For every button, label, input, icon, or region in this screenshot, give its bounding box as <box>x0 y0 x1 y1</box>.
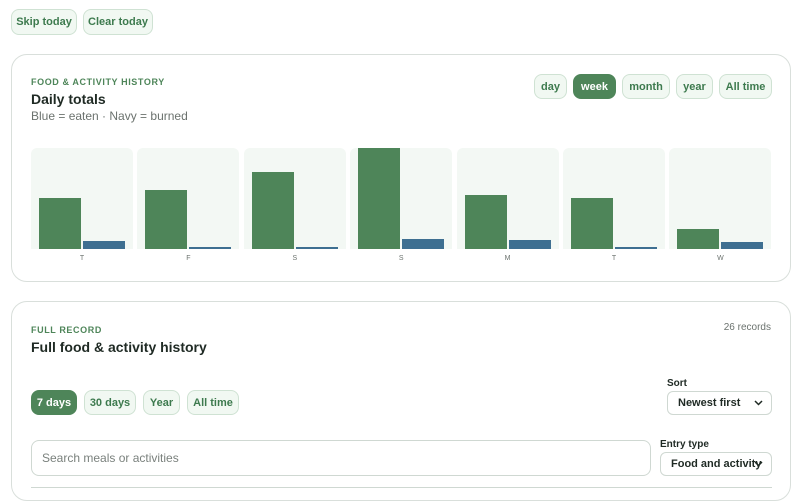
bar-burned <box>402 239 445 249</box>
chevron-down-icon <box>754 400 763 406</box>
entry-type-label: Entry type <box>660 439 709 450</box>
sort-select[interactable]: Newest first <box>667 391 772 415</box>
clear-today-button[interactable]: Clear today <box>83 9 153 35</box>
search-input[interactable] <box>31 440 651 476</box>
x-tick-label: T <box>79 255 85 262</box>
bar-eaten <box>571 198 613 249</box>
bar-burned <box>83 241 125 249</box>
bar-burned <box>508 240 551 249</box>
history-title: Daily totals <box>31 91 106 107</box>
bar-burned <box>615 247 657 249</box>
history-card: FOOD & ACTIVITY HISTORY Daily totals Blu… <box>11 54 791 282</box>
x-tick-label: M <box>504 255 511 262</box>
x-tick-label: W <box>717 255 724 262</box>
range-week-button[interactable]: week <box>573 74 616 99</box>
record-card: FULL RECORD Full food & activity history… <box>11 301 791 501</box>
record-title: Full food & activity history <box>31 339 207 355</box>
record-count: 26 records <box>723 322 771 333</box>
range-year-button[interactable]: year <box>676 74 713 99</box>
period-all-time-button[interactable]: All time <box>187 390 239 415</box>
bar-eaten <box>251 172 294 249</box>
x-tick-label: S <box>292 255 298 262</box>
period-30-days-button[interactable]: 30 days <box>84 390 136 415</box>
period-7-days-button[interactable]: 7 days <box>31 390 77 415</box>
sort-value: Newest first <box>678 397 741 409</box>
bar-burned <box>189 247 232 249</box>
x-tick-label: F <box>186 255 191 262</box>
bar-burned <box>295 247 338 249</box>
bar-eaten <box>464 195 507 249</box>
bar-eaten <box>39 198 81 249</box>
range-all-time-button[interactable]: All time <box>719 74 772 99</box>
bar-eaten <box>358 148 401 249</box>
chevron-down-icon <box>754 461 763 467</box>
history-subtitle: Blue = eaten · Navy = burned <box>31 109 188 123</box>
range-month-button[interactable]: month <box>622 74 670 99</box>
list-divider <box>31 487 772 488</box>
entry-type-select[interactable]: Food and activity <box>660 452 772 476</box>
x-tick-label: T <box>611 255 617 262</box>
entry-type-value: Food and activity <box>671 458 762 470</box>
period-year-button[interactable]: Year <box>143 390 180 415</box>
history-eyebrow: FOOD & ACTIVITY HISTORY <box>31 77 165 87</box>
skip-today-button[interactable]: Skip today <box>11 9 77 35</box>
record-eyebrow: FULL RECORD <box>31 325 102 335</box>
bar-eaten <box>677 229 720 249</box>
bar-burned <box>721 242 764 249</box>
bar-eaten <box>145 190 188 249</box>
sort-label: Sort <box>667 378 687 389</box>
range-day-button[interactable]: day <box>534 74 567 99</box>
x-tick-label: S <box>398 255 404 262</box>
